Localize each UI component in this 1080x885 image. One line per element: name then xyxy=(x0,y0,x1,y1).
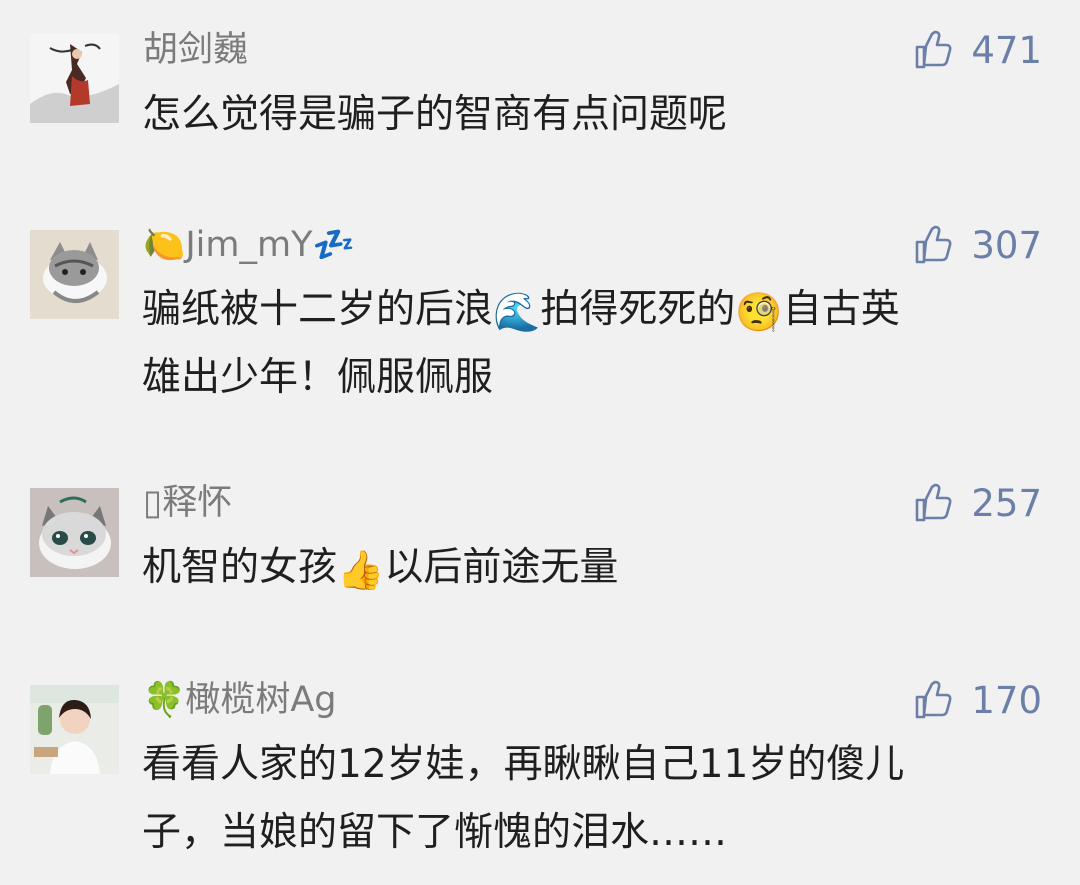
thumbs-up-outline-icon xyxy=(916,225,952,264)
comment-text: 看看人家的12岁娃，再瞅瞅自己11岁的傻儿 子，当娘的留下了惭愧的泪水…… xyxy=(142,731,1042,867)
comment-text: 骗纸被十二岁的后浪🌊拍得死死的🧐自古英 雄出少年！佩服佩服 xyxy=(142,276,1042,412)
like-count: 471 xyxy=(971,28,1042,72)
comment-text-line: 怎么觉得是骗子的智商有点问题呢 xyxy=(142,92,728,137)
monocle-face-emoji: 🧐 xyxy=(735,290,783,334)
comment-text-segment: 以后前途无量 xyxy=(384,545,619,590)
comment-text-segment: 自古英 xyxy=(782,287,900,332)
username-text[interactable]: ▯释怀 xyxy=(143,483,232,523)
like-count: 257 xyxy=(971,481,1042,525)
thumbs-up-outline-icon xyxy=(916,483,952,522)
avatar-image xyxy=(30,685,119,774)
comment-text-line: 骗纸被十二岁的后浪🌊拍得死死的🧐自古英 xyxy=(142,276,1042,344)
thumbs-up-emoji: 👍 xyxy=(337,548,385,592)
comment-text: 机智的女孩👍以后前途无量 xyxy=(142,534,1042,602)
avatar[interactable] xyxy=(30,230,119,319)
like-button[interactable]: 307 xyxy=(913,223,1042,267)
username-prefix-emoji: 🍀 xyxy=(143,680,186,720)
like-count: 307 xyxy=(971,223,1042,267)
comment-text-segment: 拍得死死的 xyxy=(540,287,736,332)
comment-text: 怎么觉得是骗子的智商有点问题呢 xyxy=(142,81,1042,149)
comment-text-segment: 骗纸被十二岁的后浪 xyxy=(142,287,494,332)
username-text[interactable]: 胡剑巍 xyxy=(143,30,248,70)
avatar[interactable] xyxy=(30,488,119,577)
comments-page: 胡剑巍 471 怎么觉得是骗子的智商有点问题呢 🍋Jim_mY💤 307 骗纸被… xyxy=(0,0,1080,885)
like-button[interactable]: 257 xyxy=(913,481,1042,525)
username-text[interactable]: 橄榄树Ag xyxy=(185,680,336,720)
avatar[interactable] xyxy=(30,34,119,123)
comment-text-line: 看看人家的12岁娃，再瞅瞅自己11岁的傻儿 xyxy=(142,742,905,787)
like-count: 170 xyxy=(971,678,1042,722)
avatar[interactable] xyxy=(30,685,119,774)
like-button[interactable]: 170 xyxy=(913,678,1042,722)
username-text[interactable]: Jim_mY xyxy=(185,225,312,265)
avatar-image xyxy=(30,34,119,123)
avatar-image xyxy=(30,488,119,577)
username-prefix-emoji: 🍋 xyxy=(143,225,186,265)
comment-text-line: 机智的女孩👍以后前途无量 xyxy=(142,534,1042,602)
comment-username[interactable]: 🍋Jim_mY💤 xyxy=(143,223,355,267)
like-button[interactable]: 471 xyxy=(913,28,1042,72)
comment-text-line: 雄出少年！佩服佩服 xyxy=(142,355,494,400)
comment-username[interactable]: ▯释怀 xyxy=(143,481,232,525)
comment-username[interactable]: 🍀橄榄树Ag xyxy=(143,678,337,722)
wave-emoji: 🌊 xyxy=(493,290,541,334)
thumbs-up-outline-icon xyxy=(916,30,952,69)
avatar-image xyxy=(30,230,119,319)
comment-username[interactable]: 胡剑巍 xyxy=(143,28,248,72)
thumbs-up-outline-icon xyxy=(916,680,952,719)
comment-text-line: 子，当娘的留下了惭愧的泪水…… xyxy=(142,810,728,855)
username-suffix-emoji: 💤 xyxy=(312,225,355,265)
comment-text-segment: 机智的女孩 xyxy=(142,545,338,590)
